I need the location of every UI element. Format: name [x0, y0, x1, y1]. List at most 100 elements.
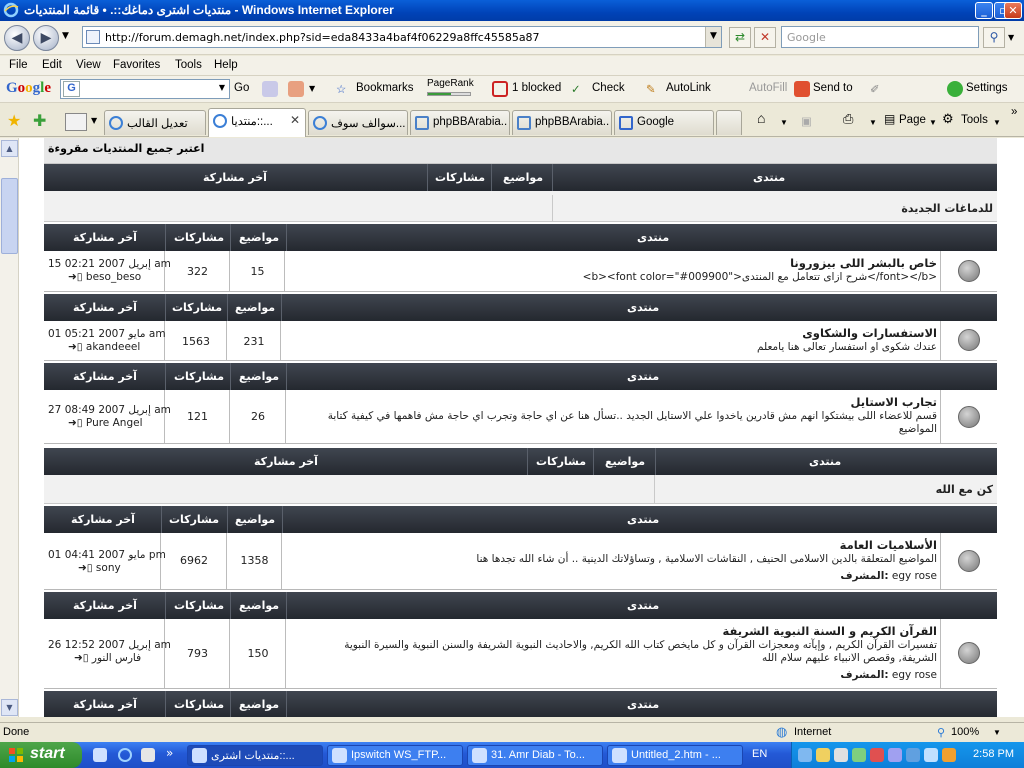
- vertical-scrollbar[interactable]: ▲ ▼: [0, 138, 19, 717]
- home-icon[interactable]: ⌂: [757, 110, 765, 126]
- autofill-button[interactable]: AutoFill: [749, 82, 787, 94]
- quick-tabs-icon[interactable]: [65, 113, 87, 131]
- google-options-dropdown-icon[interactable]: ▼: [309, 84, 315, 93]
- quicklaunch-more-icon[interactable]: »: [166, 746, 173, 760]
- tray-icon[interactable]: [852, 748, 866, 762]
- home-dropdown-icon[interactable]: ▼: [780, 118, 788, 127]
- tray-icon[interactable]: [924, 748, 938, 762]
- star-icon[interactable]: ☆: [336, 82, 346, 96]
- history-dropdown-icon[interactable]: ▼: [62, 31, 69, 41]
- ie-quicklaunch-icon[interactable]: [118, 748, 132, 762]
- address-bar[interactable]: http://forum.demagh.net/index.php?sid=ed…: [82, 26, 722, 48]
- settings-button[interactable]: Settings: [966, 82, 1008, 94]
- page-dropdown-icon[interactable]: ▼: [929, 118, 937, 127]
- google-search-input[interactable]: G ▼: [60, 79, 230, 99]
- view-latest-post-icon[interactable]: ➜▯: [68, 271, 83, 283]
- task-ie-forum[interactable]: منتديات اشترى::...: [187, 745, 323, 766]
- last-post-user-link[interactable]: beso_beso: [86, 271, 141, 283]
- forum-title-link[interactable]: القرآن الكريم و السنة النبوية الشريفة: [722, 624, 937, 638]
- last-post-user-link[interactable]: sony: [96, 562, 121, 574]
- tab-phpbbarabia-2[interactable]: phpBBArabia...: [512, 110, 612, 135]
- tab-sawalef[interactable]: سوالف سوف...: [308, 110, 408, 135]
- google-go-button[interactable]: Go: [234, 82, 249, 94]
- bookmarks-button[interactable]: Bookmarks: [356, 82, 414, 94]
- moderator-link[interactable]: egy rose: [892, 669, 937, 681]
- tray-icon[interactable]: [870, 748, 884, 762]
- google-options-icon[interactable]: [288, 81, 304, 97]
- category-name[interactable]: للدماغات الجديدة: [901, 202, 993, 215]
- blocked-count[interactable]: 1 blocked: [512, 82, 561, 94]
- check-button[interactable]: Check: [592, 82, 625, 94]
- pencil-icon[interactable]: ✐: [870, 82, 880, 96]
- view-latest-post-icon[interactable]: ➜▯: [68, 417, 83, 429]
- category-name[interactable]: كن مع الله: [936, 483, 993, 496]
- tray-icon[interactable]: [834, 748, 848, 762]
- forum-title-link[interactable]: خاص بالبشر اللى بيزورونا: [790, 256, 937, 270]
- menu-view[interactable]: View: [76, 59, 101, 71]
- address-dropdown-icon[interactable]: ▼: [705, 27, 721, 47]
- zoom-level[interactable]: 100%: [951, 726, 979, 738]
- view-latest-post-icon[interactable]: ➜▯: [68, 341, 83, 353]
- refresh-icon[interactable]: ⇄: [729, 27, 751, 48]
- send-to-icon[interactable]: [794, 81, 810, 97]
- autolink-button[interactable]: AutoLink: [666, 82, 711, 94]
- tools-menu-button[interactable]: Tools: [961, 114, 988, 126]
- security-zone[interactable]: Internet: [794, 726, 831, 738]
- address-url[interactable]: http://forum.demagh.net/index.php?sid=ed…: [105, 31, 540, 44]
- send-to-button[interactable]: Send to: [813, 82, 853, 94]
- tray-icon[interactable]: [888, 748, 902, 762]
- task-ws-ftp[interactable]: Ipswitch WS_FTP...: [327, 745, 463, 766]
- spellcheck-icon[interactable]: ✓: [571, 82, 581, 96]
- page-menu-button[interactable]: Page: [899, 114, 926, 126]
- zoom-dropdown-icon[interactable]: ▼: [993, 728, 1001, 737]
- forum-title-link[interactable]: الأسلاميات العامة: [840, 538, 937, 552]
- tab-list-dropdown-icon[interactable]: ▼: [91, 116, 97, 125]
- menu-favorites[interactable]: Favorites: [113, 59, 160, 71]
- task-notepad[interactable]: Untitled_2.htm - ...: [607, 745, 743, 766]
- settings-icon[interactable]: [947, 81, 963, 97]
- back-button[interactable]: ◀: [4, 25, 30, 51]
- view-latest-post-icon[interactable]: ➜▯: [78, 562, 93, 574]
- search-icon[interactable]: ⚲: [983, 27, 1005, 48]
- tab-phpbbarabia-1[interactable]: phpBBArabia...: [410, 110, 510, 135]
- scrollbar-thumb[interactable]: [1, 178, 18, 254]
- start-button[interactable]: start: [0, 742, 82, 768]
- chevron-more-icon[interactable]: »: [1011, 106, 1017, 118]
- search-options-icon[interactable]: ▼: [1008, 33, 1014, 42]
- search-input[interactable]: Google: [781, 26, 979, 48]
- show-desktop-icon[interactable]: [93, 748, 107, 762]
- stop-icon[interactable]: ✕: [754, 27, 776, 48]
- view-latest-post-icon[interactable]: ➜▯: [74, 652, 89, 664]
- minimize-button[interactable]: _: [975, 2, 993, 19]
- menu-file[interactable]: File: [9, 59, 28, 71]
- menu-tools[interactable]: Tools: [175, 59, 202, 71]
- tab-edit-template[interactable]: تعديل القالب: [104, 110, 206, 135]
- mark-all-read-link[interactable]: اعتبر جميع المنتديات مقروءة: [48, 142, 204, 155]
- last-post-user-link[interactable]: akandeeel: [86, 341, 140, 353]
- print-dropdown-icon[interactable]: ▼: [869, 118, 877, 127]
- add-favorites-icon[interactable]: ✚: [33, 111, 46, 130]
- forum-title-link[interactable]: تجارب الاستايل: [850, 395, 937, 409]
- tab-google[interactable]: Google: [614, 110, 714, 135]
- forward-button[interactable]: ▶: [33, 25, 59, 51]
- close-tab-icon[interactable]: ✕: [290, 113, 300, 127]
- print-icon[interactable]: ⎙: [843, 111, 853, 127]
- google-search-dropdown-icon[interactable]: ▼: [219, 83, 225, 92]
- tray-icon[interactable]: [816, 748, 830, 762]
- new-tab-button[interactable]: [716, 110, 742, 135]
- autolink-icon[interactable]: ✎: [646, 82, 656, 96]
- favorites-star-icon[interactable]: ★: [7, 111, 21, 130]
- google-g-icon[interactable]: G: [63, 81, 80, 97]
- last-post-user-link[interactable]: فارس النور: [92, 652, 141, 664]
- language-indicator[interactable]: EN: [752, 748, 767, 760]
- tray-icon[interactable]: [942, 748, 956, 762]
- bs-player-icon[interactable]: [141, 748, 155, 762]
- scroll-down-arrow-icon[interactable]: ▼: [1, 699, 18, 716]
- scroll-up-arrow-icon[interactable]: ▲: [1, 140, 18, 157]
- tools-dropdown-icon[interactable]: ▼: [993, 118, 1001, 127]
- tray-icon[interactable]: [906, 748, 920, 762]
- close-button[interactable]: ✕: [1004, 2, 1022, 19]
- feeds-icon[interactable]: ▣: [801, 114, 812, 128]
- forum-title-link[interactable]: الاستفسارات والشكاوى: [802, 326, 937, 340]
- task-winamp[interactable]: 31. Amr Diab - To...: [467, 745, 603, 766]
